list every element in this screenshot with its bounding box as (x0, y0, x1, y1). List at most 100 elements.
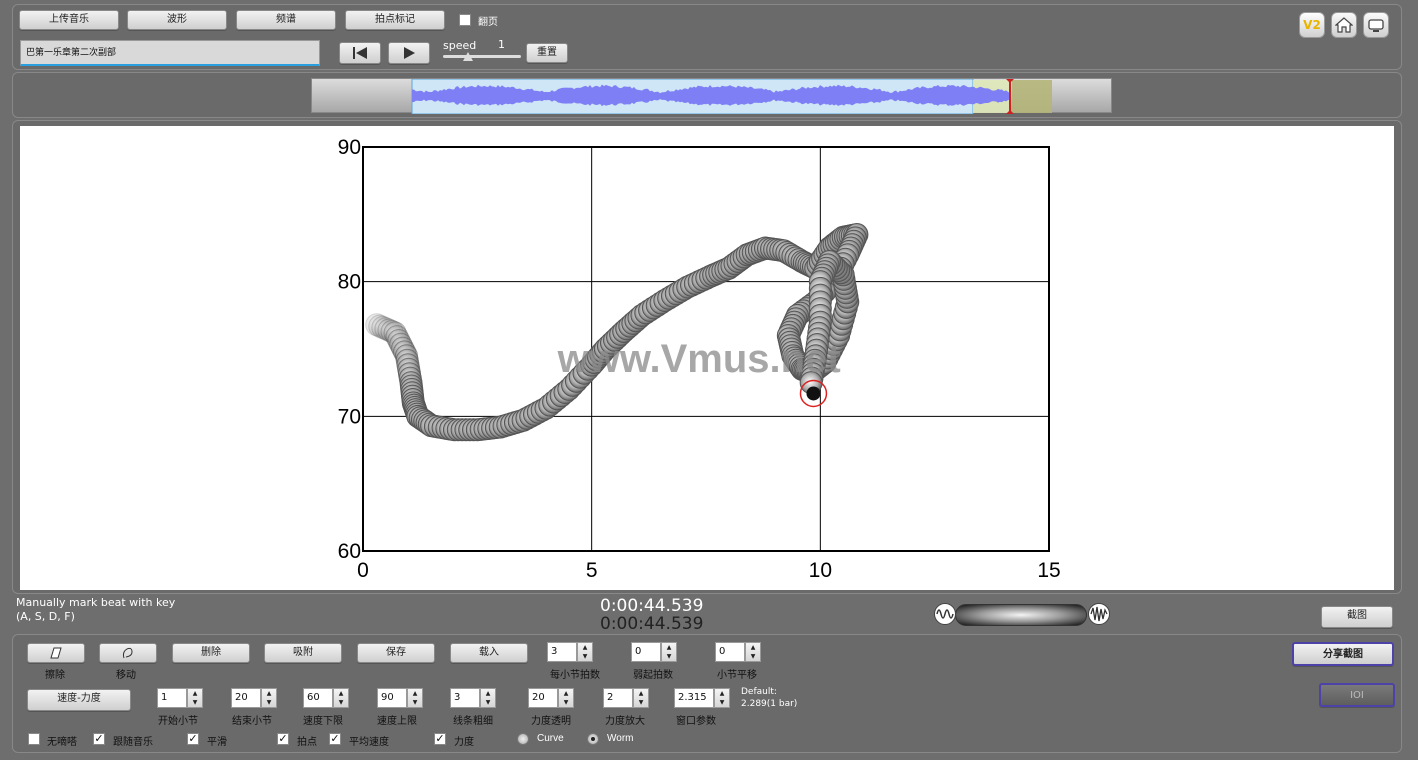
curve-radio[interactable] (517, 733, 529, 745)
speed-slider-thumb[interactable] (463, 52, 473, 61)
dyn-scale-stepper[interactable]: 2 ▲ ▼ (603, 688, 649, 708)
weak-beats-label: 弱起拍数 (633, 670, 673, 681)
follow-music-label: 跟随音乐 (113, 737, 153, 748)
avg-tempo-label: 平均速度 (349, 737, 389, 748)
spectrum-button[interactable]: 频谱 (236, 10, 336, 30)
page-turn-checkbox[interactable] (459, 14, 471, 26)
no-beep-checkbox[interactable] (28, 733, 40, 745)
tempo-dynamics-button[interactable]: 速度-力度 (27, 689, 131, 711)
chart-canvas[interactable]: 0 5 10 15 60 70 80 90 www.Vmus.net (20, 126, 1394, 590)
loud-wave-icon (1088, 603, 1110, 625)
main-chart-panel: 0 5 10 15 60 70 80 90 www.Vmus.net (12, 120, 1402, 594)
window-param-stepper[interactable]: 2.315 ▲ ▼ (674, 688, 730, 708)
dynamics-label: 力度 (454, 737, 474, 748)
speed-slider-track[interactable] (443, 52, 521, 61)
erase-button[interactable] (27, 643, 85, 663)
y-tick-label: 90 (338, 136, 361, 159)
worm-radio[interactable] (587, 733, 599, 745)
manual-mark-hint: Manually mark beat with key (16, 596, 176, 609)
beats-per-bar-stepper[interactable]: 3 ▲ ▼ (547, 642, 593, 662)
waveform-strip[interactable] (311, 78, 1112, 114)
tempo-max-label: 速度上限 (377, 716, 417, 727)
dyn-transparency-value[interactable]: 20 (528, 688, 558, 708)
manual-mark-keys: (A, S, D, F) (16, 610, 75, 623)
speed-label: speed (443, 39, 477, 52)
line-width-value[interactable]: 3 (450, 688, 480, 708)
x-tick-label: 5 (586, 559, 598, 582)
window-param-label: 窗口参数 (676, 716, 716, 727)
play-icon (404, 47, 415, 59)
x-tick-label: 15 (1037, 559, 1060, 582)
bar-offset-stepper[interactable]: 0 ▲ ▼ (715, 642, 761, 662)
default-value: 2.289(1 bar) (741, 699, 798, 709)
waveform-overview-panel (12, 72, 1402, 118)
beats-per-bar-label: 每小节拍数 (550, 670, 600, 681)
no-beep-label: 无嘀嗒 (47, 737, 77, 748)
load-button[interactable]: 载入 (450, 643, 528, 663)
screen-icon[interactable] (1363, 12, 1389, 38)
home-icon[interactable] (1331, 12, 1357, 38)
dyn-transparency-stepper[interactable]: 20 ▲ ▼ (528, 688, 574, 708)
dynamics-gradient-bar[interactable] (955, 604, 1087, 626)
y-tick-label: 60 (338, 540, 361, 563)
weak-beats-stepper[interactable]: 0 ▲ ▼ (631, 642, 677, 662)
eraser-icon (50, 647, 62, 659)
tempo-max-value[interactable]: 90 (377, 688, 407, 708)
current-point-marker (806, 386, 821, 401)
window-param-value[interactable]: 2.315 (674, 688, 714, 708)
tempo-min-value[interactable]: 60 (303, 688, 333, 708)
move-icon (122, 647, 133, 659)
start-bar-value[interactable]: 1 (157, 688, 187, 708)
dynamics-checkbox[interactable]: ✓ (434, 733, 446, 745)
track-title-field[interactable]: 巴第一乐章第二次副部 (20, 40, 320, 66)
tempo-min-stepper[interactable]: 60 ▲ ▼ (303, 688, 349, 708)
save-button[interactable]: 保存 (357, 643, 435, 663)
bottom-controls-panel: 擦除 移动 删除 吸附 保存 载入 3 ▲ ▼ 每小节拍数 0 ▲ ▼ 弱起拍数 0… (12, 634, 1402, 753)
start-bar-stepper[interactable]: 1 ▲ ▼ (157, 688, 203, 708)
y-tick-label: 80 (338, 271, 361, 294)
share-screenshot-button[interactable]: 分享截图 (1292, 642, 1394, 666)
dyn-scale-value[interactable]: 2 (603, 688, 633, 708)
soft-wave-icon (934, 603, 956, 625)
tempo-max-stepper[interactable]: 90 ▲ ▼ (377, 688, 423, 708)
line-width-label: 线条粗细 (453, 716, 493, 727)
end-bar-label: 结束小节 (232, 716, 272, 727)
speed-value: 1 (498, 38, 505, 51)
screenshot-button[interactable]: 截图 (1321, 606, 1393, 628)
default-label: Default: (741, 687, 777, 697)
beat-mark-button[interactable]: 拍点标记 (345, 10, 445, 30)
smooth-checkbox[interactable]: ✓ (187, 733, 199, 745)
erase-label: 擦除 (45, 670, 65, 681)
bar-offset-label: 小节平移 (717, 670, 757, 681)
reset-button[interactable]: 重置 (526, 43, 568, 63)
beats-per-bar-value[interactable]: 3 (547, 642, 577, 662)
upload-music-button[interactable]: 上传音乐 (19, 10, 119, 30)
move-button[interactable] (99, 643, 157, 663)
move-label: 移动 (116, 670, 136, 681)
line-width-stepper[interactable]: 3 ▲ ▼ (450, 688, 496, 708)
tempo-dynamics-chart[interactable]: 0 5 10 1560708090www.Vmus.net (20, 126, 1394, 590)
weak-beats-value[interactable]: 0 (631, 642, 661, 662)
end-bar-value[interactable]: 20 (231, 688, 261, 708)
y-tick-label: 70 (338, 405, 361, 428)
skip-to-start-button[interactable] (339, 42, 381, 64)
tempo-min-label: 速度下限 (303, 716, 343, 727)
ioi-button[interactable]: IOI (1319, 683, 1395, 707)
beat-point-label: 拍点 (297, 737, 317, 748)
start-bar-label: 开始小节 (158, 716, 198, 727)
beat-point-checkbox[interactable]: ✓ (277, 733, 289, 745)
version-badge[interactable]: V2 (1299, 12, 1325, 38)
end-bar-stepper[interactable]: 20 ▲ ▼ (231, 688, 277, 708)
smooth-label: 平滑 (207, 737, 227, 748)
snap-button[interactable]: 吸附 (264, 643, 342, 663)
skip-start-icon (353, 47, 367, 59)
curve-label: Curve (537, 733, 564, 744)
follow-music-checkbox[interactable]: ✓ (93, 733, 105, 745)
delete-button[interactable]: 删除 (172, 643, 250, 663)
time-display-primary: 0:00:44.539 (600, 596, 704, 616)
play-button[interactable] (388, 42, 430, 64)
x-tick-label: 10 (809, 559, 832, 582)
waveform-button[interactable]: 波形 (127, 10, 227, 30)
bar-offset-value[interactable]: 0 (715, 642, 745, 662)
avg-tempo-checkbox[interactable]: ✓ (329, 733, 341, 745)
